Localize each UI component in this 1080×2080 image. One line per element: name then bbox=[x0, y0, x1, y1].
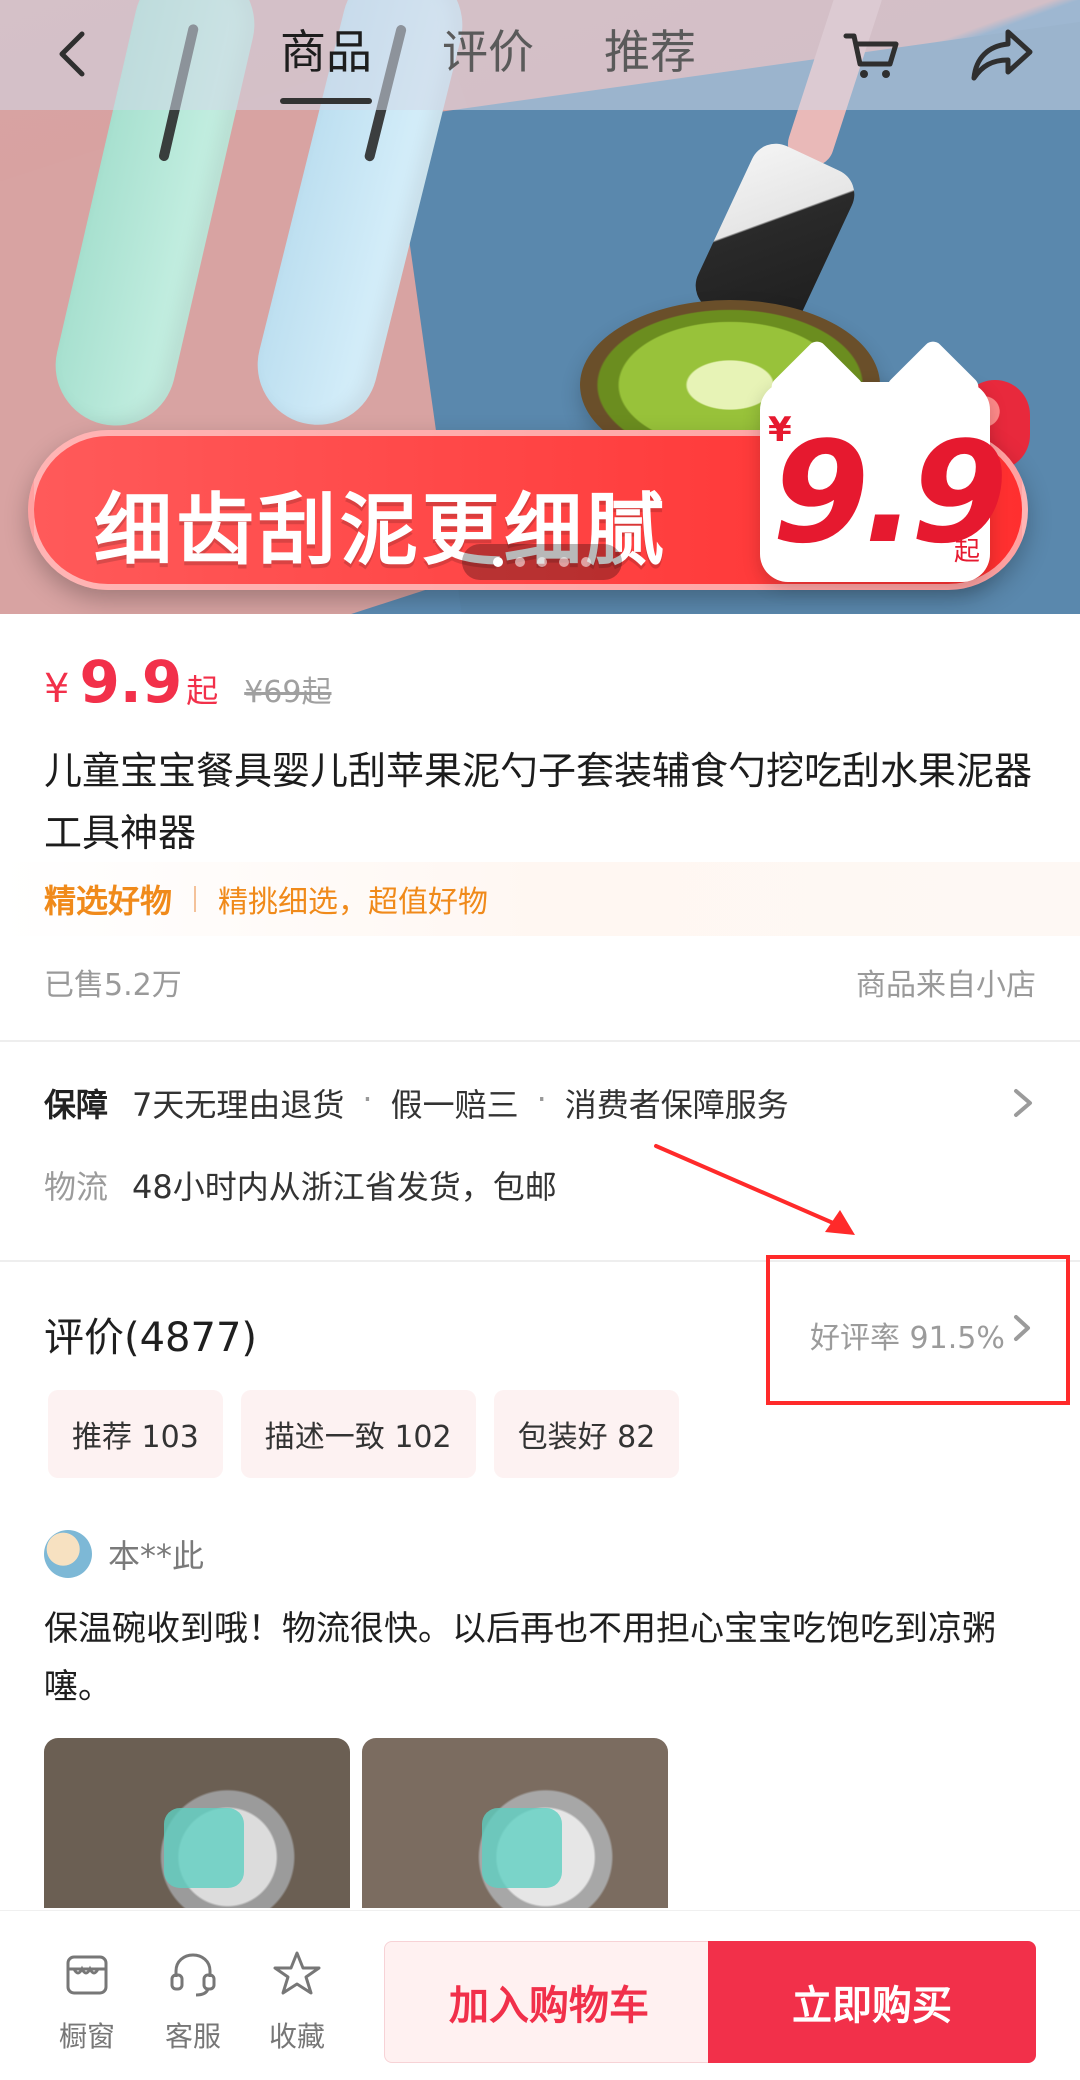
shop-source: 商品来自小店 bbox=[856, 968, 1036, 1003]
reviews-title[interactable]: 评价(4877) bbox=[44, 1305, 257, 1363]
guarantee-item: 7天无理由退货 bbox=[132, 1086, 345, 1124]
top-navigation-bar: 商品 评价 推荐 bbox=[0, 0, 1080, 110]
price-value: 9.9 bbox=[79, 648, 183, 716]
promo-divider bbox=[194, 886, 197, 912]
carousel-indicator[interactable] bbox=[462, 544, 622, 580]
price-suffix: 起 bbox=[186, 672, 219, 710]
guarantee-label: 保障 bbox=[44, 1086, 109, 1124]
tab-recommend[interactable]: 推荐 bbox=[604, 16, 696, 96]
review-tag[interactable]: 包装好 82 bbox=[493, 1390, 680, 1478]
reviewer-name: 本**此 bbox=[108, 1537, 205, 1575]
tab-product[interactable]: 商品 bbox=[280, 16, 372, 104]
chevron-right-icon bbox=[1014, 1315, 1030, 1341]
carousel-dot[interactable] bbox=[537, 557, 547, 567]
price-currency: ¥ bbox=[44, 666, 70, 712]
original-price: ¥69起 bbox=[244, 675, 332, 710]
product-title: 儿童宝宝餐具婴儿刮苹果泥勺子套装辅食勺挖吃刮水果泥器工具神器 bbox=[44, 749, 1033, 855]
buy-now-button[interactable]: 立即购买 bbox=[708, 1941, 1036, 2063]
annotation-arrow-icon bbox=[654, 1144, 855, 1235]
favorite-label: 收藏 bbox=[268, 2020, 325, 2053]
tab-reviews[interactable]: 评价 bbox=[442, 16, 534, 96]
guarantee-bullet: · bbox=[536, 1080, 547, 1118]
sold-count: 已售5.2万 bbox=[44, 968, 182, 1003]
promo-subtitle: 精挑细选，超值好物 bbox=[218, 885, 489, 920]
review-photo[interactable] bbox=[44, 1738, 350, 1908]
logistics-label: 物流 bbox=[44, 1168, 109, 1206]
section-divider bbox=[0, 1040, 1080, 1042]
carousel-dot[interactable] bbox=[559, 557, 569, 567]
promo-strip[interactable]: 精选好物 精挑细选，超值好物 bbox=[0, 862, 1080, 936]
review-photos bbox=[44, 1738, 668, 1908]
price-row: ¥ 9.9 起 ¥69起 bbox=[44, 648, 331, 728]
storefront-button[interactable]: 橱窗 bbox=[52, 1947, 122, 2055]
guarantee-items: 7天无理由退货 · 假一赔三 · 消费者保障服务 bbox=[132, 1080, 789, 1126]
avatar bbox=[44, 1530, 92, 1578]
favorite-button[interactable]: 收藏 bbox=[262, 1947, 332, 2055]
add-to-cart-button[interactable]: 加入购物车 bbox=[384, 1941, 714, 2063]
share-icon[interactable] bbox=[968, 22, 1036, 86]
chevron-right-icon[interactable] bbox=[1010, 1085, 1036, 1121]
carousel-dot[interactable] bbox=[581, 557, 591, 567]
storefront-label: 橱窗 bbox=[58, 2020, 115, 2053]
promo-title: 精选好物 bbox=[44, 882, 173, 920]
reviewer-row: 本**此 bbox=[44, 1530, 204, 1578]
chevron-left-icon[interactable] bbox=[42, 22, 106, 86]
customer-service-label: 客服 bbox=[164, 2020, 221, 2053]
review-photo[interactable] bbox=[362, 1738, 668, 1908]
cat-tag-suffix: 起 bbox=[953, 537, 980, 567]
guarantee-bullet: · bbox=[362, 1080, 373, 1118]
guarantee-item: 消费者保障服务 bbox=[564, 1086, 789, 1124]
review-tag[interactable]: 推荐 103 bbox=[48, 1390, 223, 1478]
cat-price-tag: ¥ 9.9 起 bbox=[760, 382, 1008, 582]
review-content: 保温碗收到哦！物流很快。以后再也不用担心宝宝吃饱吃到凉粥噻。 bbox=[44, 1609, 996, 1707]
guarantee-item: 假一赔三 bbox=[390, 1086, 519, 1124]
carousel-dot[interactable] bbox=[493, 557, 503, 567]
headset-icon bbox=[170, 1953, 216, 1997]
review-tags: 推荐 103 描述一致 102 包装好 82 bbox=[48, 1390, 680, 1478]
logistics-row: 物流 48小时内从浙江省发货，包邮 bbox=[44, 1162, 1036, 1208]
storefront-icon bbox=[66, 1955, 108, 1995]
review-tag[interactable]: 描述一致 102 bbox=[240, 1390, 476, 1478]
star-icon bbox=[273, 1951, 321, 1995]
nav-tabs: 商品 评价 推荐 bbox=[280, 16, 696, 104]
logistics-text: 48小时内从浙江省发货，包邮 bbox=[132, 1168, 557, 1206]
positive-rating-text: 好评率 91.5% bbox=[810, 1321, 1005, 1356]
carousel-dot[interactable] bbox=[515, 557, 525, 567]
rating-summary-highlight[interactable]: 好评率 91.5% bbox=[766, 1255, 1070, 1405]
cart-icon[interactable] bbox=[840, 22, 904, 86]
customer-service-button[interactable]: 客服 bbox=[158, 1947, 228, 2055]
bottom-action-bar: 橱窗 客服 收藏 加入购物车 立即购买 bbox=[0, 1910, 1080, 2080]
sales-meta-row: 已售5.2万 商品来自小店 bbox=[44, 960, 1036, 1004]
guarantee-row[interactable]: 保障 7天无理由退货 · 假一赔三 · 消费者保障服务 bbox=[44, 1080, 1036, 1126]
